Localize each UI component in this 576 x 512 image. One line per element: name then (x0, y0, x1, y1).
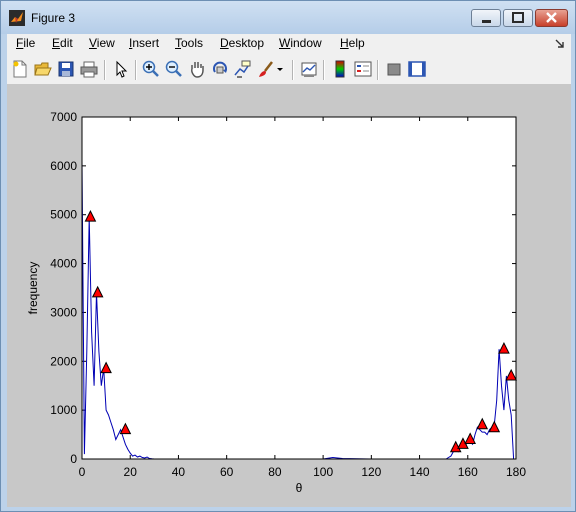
y-tick-label: 7000 (50, 110, 77, 124)
y-tick-label: 4000 (50, 257, 77, 271)
x-tick-label: 40 (172, 465, 186, 479)
title-bar[interactable]: Figure 3 (1, 1, 575, 34)
x-tick-label: 180 (506, 465, 526, 479)
y-tick-label: 1000 (50, 403, 77, 417)
menu-help[interactable]: Help (340, 36, 365, 50)
close-button[interactable] (535, 9, 568, 27)
brush-dropdown-icon[interactable] (275, 60, 285, 78)
x-tick-label: 100 (313, 465, 333, 479)
menu-desktop[interactable]: Desktop (220, 36, 264, 50)
zoom-in-icon[interactable] (142, 60, 160, 78)
window-title: Figure 3 (31, 11, 76, 25)
brush-icon[interactable] (257, 60, 275, 78)
maximize-button[interactable] (503, 9, 533, 27)
toolbar-separator (377, 60, 379, 80)
toolbar-separator (135, 60, 137, 80)
menu-window[interactable]: Window (279, 36, 322, 50)
toolbar-separator (292, 60, 294, 80)
x-tick-label: 0 (79, 465, 86, 479)
data-cursor-icon[interactable] (234, 60, 252, 78)
y-tick-label: 3000 (50, 305, 77, 319)
zoom-out-icon[interactable] (165, 60, 183, 78)
x-tick-label: 60 (220, 465, 234, 479)
menu-file[interactable]: File (16, 36, 35, 50)
open-file-icon[interactable] (34, 60, 52, 78)
x-tick-label: 80 (268, 465, 282, 479)
figure-toolbar (7, 54, 571, 85)
menu-insert[interactable]: Insert (129, 36, 159, 50)
x-tick-label: 20 (124, 465, 138, 479)
y-tick-label: 6000 (50, 159, 77, 173)
figure-canvas: 0 20 40 60 80 100 120 140 160 180 0 1000 2000 3000 400… (7, 85, 571, 507)
rotate-3d-icon[interactable] (211, 60, 229, 78)
show-plot-tools-icon[interactable] (408, 60, 426, 78)
hide-plot-tools-icon[interactable] (385, 60, 403, 78)
toolbar-separator (323, 60, 325, 80)
x-tick-label: 160 (458, 465, 478, 479)
matlab-logo-icon (9, 10, 25, 26)
minimize-icon (482, 20, 491, 23)
print-icon[interactable] (80, 60, 98, 78)
maximize-icon (512, 12, 524, 23)
y-axis-label: frequency (26, 262, 40, 315)
figure-window: Figure 3 File Edit View Insert Tools Des… (0, 0, 576, 512)
link-plot-icon[interactable] (300, 60, 318, 78)
menu-dock-arrow-icon[interactable] (555, 39, 565, 49)
axes-background (82, 117, 516, 459)
menu-tools[interactable]: Tools (175, 36, 203, 50)
menu-bar: File Edit View Insert Tools Desktop Wind… (7, 34, 571, 54)
y-tick-label: 5000 (50, 208, 77, 222)
pointer-icon[interactable] (112, 60, 130, 78)
y-tick-label: 2000 (50, 354, 77, 368)
legend-icon[interactable] (354, 60, 372, 78)
menu-view[interactable]: View (89, 36, 115, 50)
minimize-button[interactable] (471, 9, 501, 27)
x-tick-label: 120 (361, 465, 381, 479)
pan-hand-icon[interactable] (188, 60, 206, 78)
new-figure-icon[interactable] (11, 60, 29, 78)
menu-edit[interactable]: Edit (52, 36, 73, 50)
x-axis-label: θ (296, 481, 303, 495)
toolbar-separator (104, 60, 106, 80)
colorbar-icon[interactable] (331, 60, 349, 78)
close-icon (546, 12, 557, 23)
y-tick-label: 0 (70, 452, 77, 466)
save-icon[interactable] (57, 60, 75, 78)
plot-area[interactable]: 0 20 40 60 80 100 120 140 160 180 0 1000 2000 3000 400… (7, 85, 571, 507)
x-tick-label: 140 (410, 465, 430, 479)
